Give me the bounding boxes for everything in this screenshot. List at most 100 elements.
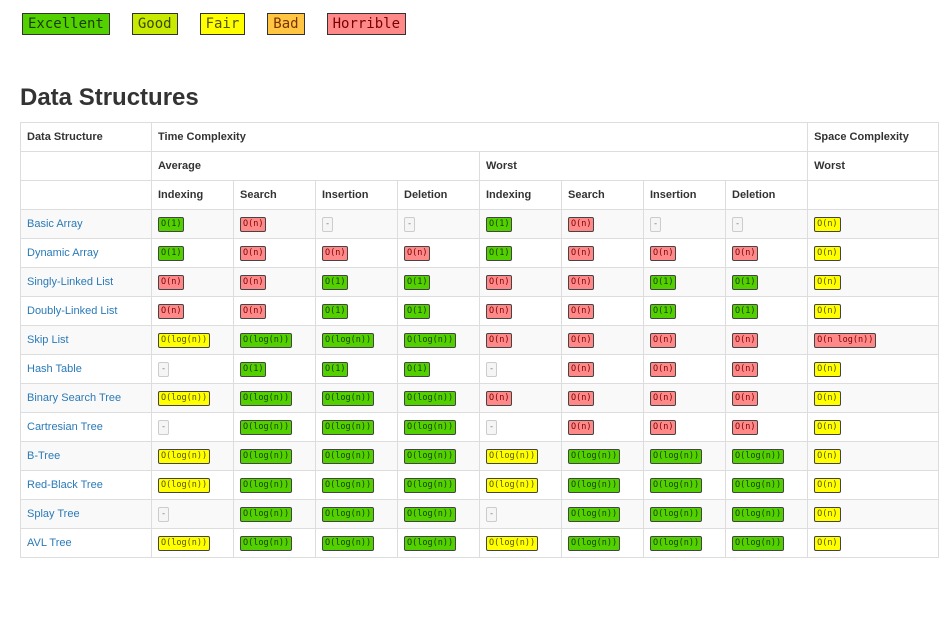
complexity-cell: O(n): [807, 499, 940, 529]
table-row: B-Tree O(log(n)) O(log(n)) O(log(n)) O(log(n…: [20, 441, 940, 471]
complexity-badge-fair: O(n): [814, 361, 841, 377]
complexity-cell: O(log(n)): [315, 470, 398, 500]
complexity-cell: O(n): [479, 325, 562, 355]
complexity-cell: O(1): [724, 296, 809, 326]
complexity-cell: O(log(n)): [151, 383, 234, 413]
complexity-badge-fair: O(n): [814, 303, 841, 319]
complexity-cell: O(log(n)): [315, 383, 398, 413]
data-structure-link[interactable]: Singly-Linked List: [27, 276, 113, 288]
data-structure-link[interactable]: Hash Table: [27, 363, 82, 375]
not-applicable-badge: -: [486, 506, 498, 522]
complexity-cell: O(log(n)): [233, 441, 316, 471]
data-structure-link[interactable]: B-Tree: [27, 450, 60, 462]
not-applicable-badge: -: [158, 419, 170, 435]
complexity-cell: O(n log(n)): [807, 325, 940, 355]
not-applicable-badge: -: [732, 216, 744, 232]
not-applicable-badge: -: [404, 216, 416, 232]
data-structure-link[interactable]: Dynamic Array: [27, 247, 99, 259]
header-space-complexity: Space Complexity: [807, 122, 940, 152]
complexity-cell: O(n): [724, 354, 809, 384]
complexity-cell: O(log(n)): [233, 528, 316, 558]
row-name-cell: Splay Tree: [20, 499, 152, 529]
data-structure-link[interactable]: Red-Black Tree: [27, 479, 103, 491]
complexity-cell: O(1): [315, 296, 398, 326]
complexity-badge-excellent: O(1): [486, 216, 513, 232]
complexity-cell: O(log(n)): [397, 499, 480, 529]
complexity-cell: O(1): [151, 238, 234, 268]
complexity-cell: O(log(n)): [724, 441, 809, 471]
complexity-badge-fair: O(log(n)): [486, 477, 539, 493]
row-name-cell: Hash Table: [20, 354, 152, 384]
complexity-cell: O(n): [315, 238, 398, 268]
complexity-cell: -: [479, 499, 562, 529]
complexity-cell: -: [643, 209, 726, 239]
complexity-cell: O(n): [233, 296, 316, 326]
not-applicable-badge: -: [322, 216, 334, 232]
complexity-cell: O(log(n)): [643, 528, 726, 558]
header-op: Search: [233, 180, 316, 210]
complexity-badge-excellent: O(log(n)): [568, 448, 621, 464]
data-structure-link[interactable]: Skip List: [27, 334, 69, 346]
complexity-cell: O(n): [807, 354, 940, 384]
table-row: Binary Search Tree O(log(n)) O(log(n)) O(lo…: [20, 383, 940, 413]
complexity-badge-horrible: O(n): [486, 303, 513, 319]
complexity-badge-horrible: O(n): [240, 245, 267, 261]
row-name-cell: Skip List: [20, 325, 152, 355]
complexity-cell: O(n): [724, 412, 809, 442]
complexity-badge-fair: O(n): [814, 216, 841, 232]
complexity-cell: O(log(n)): [479, 441, 562, 471]
header-space-worst: Worst: [807, 151, 940, 181]
complexity-cell: O(n): [233, 209, 316, 239]
complexity-cell: O(n): [807, 412, 940, 442]
complexity-badge-horrible: O(n): [732, 332, 759, 348]
complexity-cell: O(n): [233, 267, 316, 297]
complexity-cell: O(n): [561, 383, 644, 413]
complexity-badge-horrible: O(n): [650, 332, 677, 348]
complexity-cell: O(n): [561, 354, 644, 384]
complexity-badge-excellent: O(1): [404, 303, 431, 319]
complexity-badge-excellent: O(log(n)): [240, 390, 293, 406]
complexity-cell: O(log(n)): [724, 499, 809, 529]
complexity-cell: O(n): [479, 296, 562, 326]
complexity-cell: O(n): [561, 209, 644, 239]
complexity-badge-excellent: O(log(n)): [240, 506, 293, 522]
complexity-cell: O(n): [724, 325, 809, 355]
complexity-cell: O(n): [807, 238, 940, 268]
complexity-badge-fair: O(n): [814, 506, 841, 522]
table-row: Splay Tree - O(log(n)) O(log(n)) O(log(n)) - O…: [20, 499, 940, 529]
complexity-cell: O(n): [151, 267, 234, 297]
complexity-badge-excellent: O(log(n)): [404, 419, 457, 435]
complexity-cell: O(1): [397, 296, 480, 326]
complexity-badge-horrible: O(n): [486, 274, 513, 290]
row-name-cell: Doubly-Linked List: [20, 296, 152, 326]
complexity-cell: O(log(n)): [397, 470, 480, 500]
complexity-cell: O(log(n)): [233, 499, 316, 529]
complexity-cell: O(n): [561, 296, 644, 326]
table-body: Basic Array O(1) O(n) - - O(1) O(n) - - O(n) Dynam…: [20, 209, 940, 558]
data-structure-link[interactable]: Doubly-Linked List: [27, 305, 118, 317]
complexity-cell: O(1): [397, 354, 480, 384]
complexity-cell: O(1): [315, 354, 398, 384]
data-structure-link[interactable]: AVL Tree: [27, 537, 72, 549]
row-name-cell: B-Tree: [20, 441, 152, 471]
not-applicable-badge: -: [486, 419, 498, 435]
data-structure-link[interactable]: Splay Tree: [27, 508, 80, 520]
complexity-cell: O(n): [561, 325, 644, 355]
header-empty: [807, 180, 940, 210]
table-row: Singly-Linked List O(n) O(n) O(1) O(1) O(n) O(…: [20, 267, 940, 297]
data-structure-link[interactable]: Cartresian Tree: [27, 421, 103, 433]
complexity-badge-fair: O(log(n)): [158, 448, 211, 464]
legend-good: Good: [131, 13, 178, 35]
complexity-badge-horrible: O(n): [568, 303, 595, 319]
complexity-cell: -: [397, 209, 480, 239]
complexity-cell: O(n): [807, 528, 940, 558]
complexity-cell: O(n): [643, 325, 726, 355]
complexity-badge-excellent: O(log(n)): [732, 535, 785, 551]
data-structure-link[interactable]: Binary Search Tree: [27, 392, 121, 404]
complexity-cell: O(log(n)): [397, 325, 480, 355]
complexity-cell: O(n): [561, 267, 644, 297]
complexity-badge-excellent: O(log(n)): [568, 535, 621, 551]
complexity-cell: -: [479, 412, 562, 442]
data-structure-link[interactable]: Basic Array: [27, 218, 83, 230]
complexity-badge-horrible: O(n): [650, 390, 677, 406]
